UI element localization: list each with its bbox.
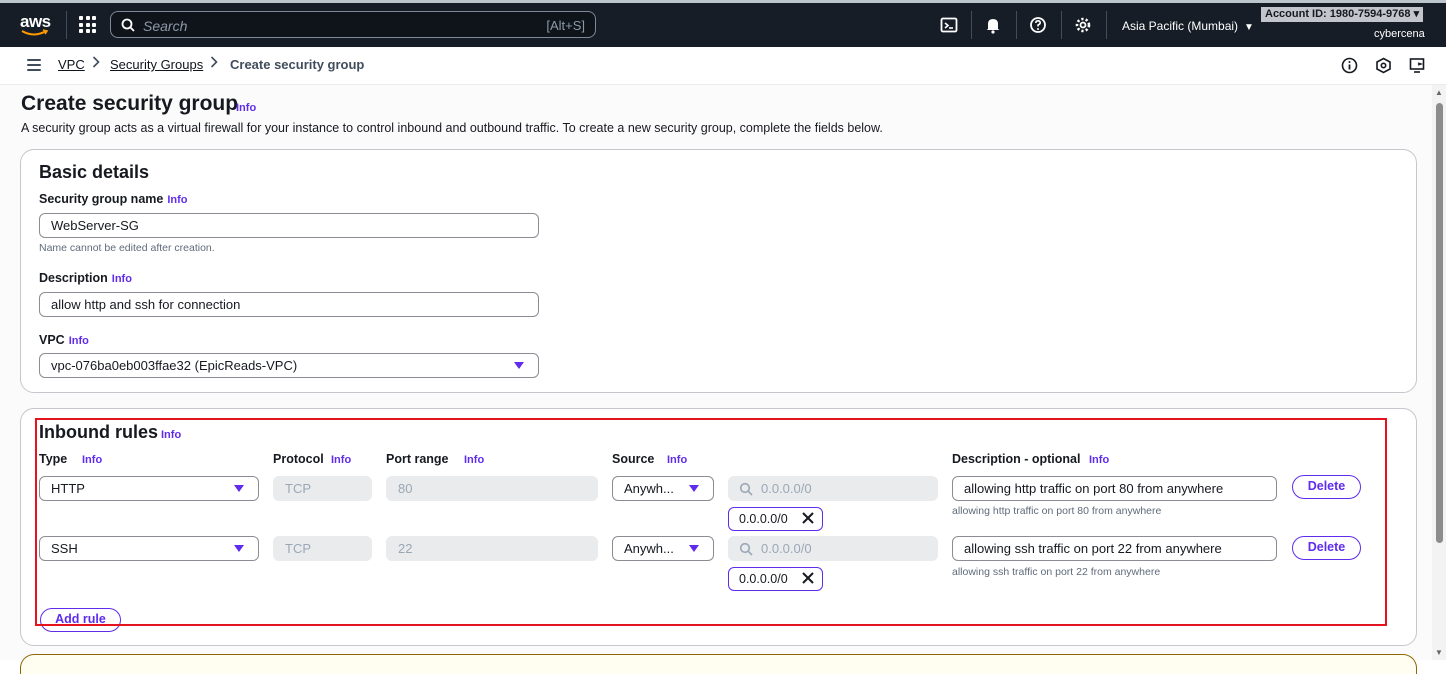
info-link[interactable]: Info — [69, 335, 89, 347]
breadcrumb-current: Create security group — [230, 57, 365, 72]
name-hint: Name cannot be edited after creation. — [39, 242, 215, 254]
page-title: Create security group — [21, 92, 239, 115]
search-shortcut: [Alt+S] — [546, 18, 585, 33]
help-icon[interactable] — [1029, 16, 1049, 36]
settings-gear-icon[interactable] — [1074, 16, 1094, 36]
basic-details-title: Basic details — [39, 162, 150, 182]
nav-divider — [66, 11, 67, 39]
breadcrumb-security-groups-link[interactable]: Security Groups — [110, 57, 203, 72]
breadcrumb: VPC Security Groups Create security grou… — [0, 47, 1446, 85]
info-panel-icon[interactable] — [1341, 57, 1358, 74]
chevron-down-icon: ▼ — [1244, 22, 1254, 33]
account-id-menu[interactable]: Account ID: 1980-7594-9768 ▾ — [1261, 7, 1424, 22]
search-placeholder: Search — [143, 18, 188, 34]
cloudshell-icon[interactable] — [940, 16, 960, 36]
chevron-right-icon — [92, 56, 100, 71]
user-menu[interactable]: cybercena — [1374, 28, 1425, 40]
panel-toggle-icon[interactable] — [1409, 57, 1426, 74]
aws-logo[interactable]: aws — [19, 12, 51, 39]
vpc-label: VPC Info — [39, 333, 89, 347]
chevron-right-icon — [210, 56, 218, 71]
security-group-name-input[interactable]: WebServer-SG — [39, 213, 539, 238]
next-panel — [20, 654, 1417, 674]
breadcrumb-vpc-link[interactable]: VPC — [58, 57, 85, 72]
top-navigation: aws Search [Alt+S] Asia Pacific (Mumbai)… — [0, 0, 1446, 47]
vpc-select-value: vpc-076ba0eb003ffae32 (EpicReads-VPC) — [51, 358, 298, 373]
feedback-icon[interactable] — [1375, 57, 1392, 74]
menu-icon[interactable] — [27, 59, 41, 71]
scroll-up-icon[interactable]: ▲ — [1434, 88, 1444, 97]
region-label: Asia Pacific (Mumbai) — [1122, 19, 1239, 33]
services-grid-icon[interactable] — [79, 16, 96, 33]
page-description: A security group acts as a virtual firew… — [21, 121, 883, 135]
description-label: Description Info — [39, 271, 132, 285]
description-input[interactable]: allow http and ssh for connection — [39, 292, 539, 317]
info-link[interactable]: Info — [167, 194, 187, 206]
highlight-box — [35, 418, 1387, 626]
security-group-name-label: Security group name Info — [39, 192, 188, 206]
info-link[interactable]: Info — [112, 273, 132, 285]
region-selector[interactable]: Asia Pacific (Mumbai) ▼ — [1122, 19, 1254, 33]
page-info-link[interactable]: Info — [236, 102, 256, 114]
search-icon — [121, 18, 135, 32]
search-input[interactable]: Search [Alt+S] — [110, 11, 596, 38]
scroll-down-icon[interactable]: ▼ — [1434, 648, 1444, 657]
scrollbar-thumb[interactable] — [1436, 103, 1443, 543]
vpc-select[interactable]: vpc-076ba0eb003ffae32 (EpicReads-VPC) — [39, 353, 539, 378]
caret-down-icon — [514, 362, 524, 369]
notifications-bell-icon[interactable] — [984, 16, 1004, 36]
